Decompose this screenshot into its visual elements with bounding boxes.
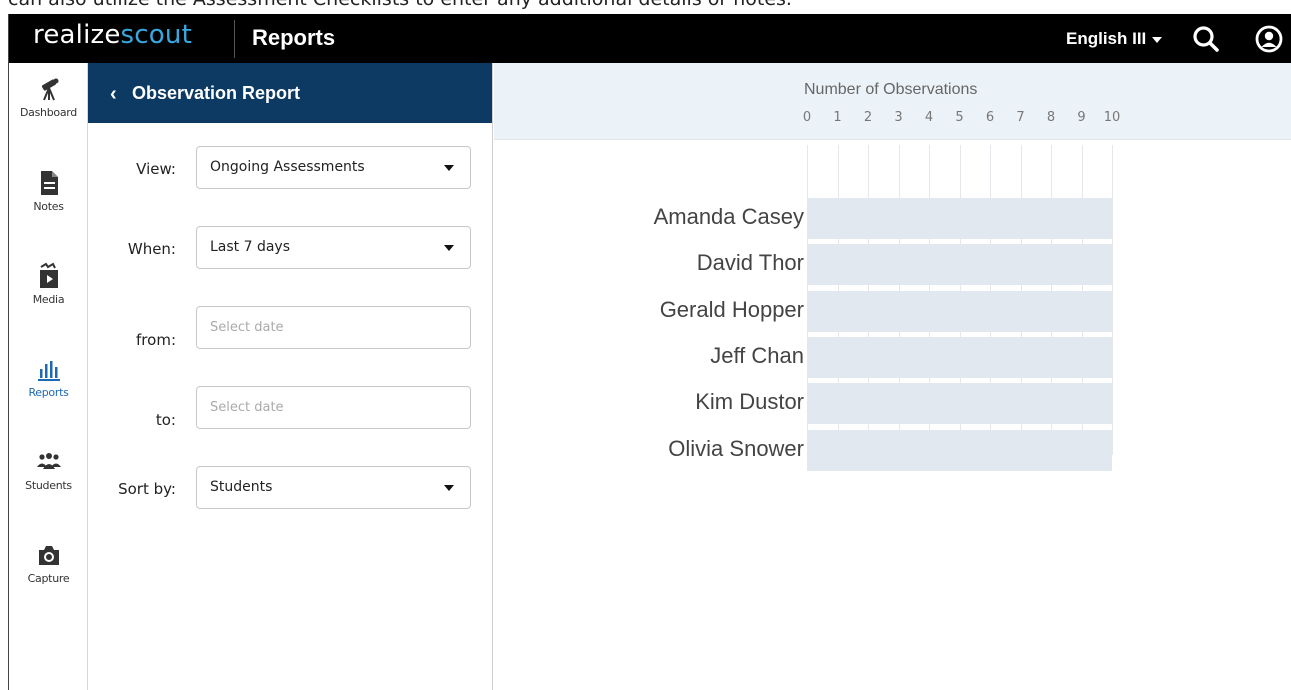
student-name-label[interactable]: David Thor <box>697 250 804 276</box>
x-tick-label: 10 <box>1103 110 1121 125</box>
student-name-label[interactable]: Kim Dustor <box>695 389 804 415</box>
nav-label-notes: Notes <box>33 200 64 213</box>
x-tick-label: 2 <box>863 110 873 125</box>
from-date-field[interactable]: Select date <box>196 306 471 349</box>
caret-down-icon <box>444 245 454 251</box>
x-tick-label: 7 <box>1016 110 1025 125</box>
realizescout-logo[interactable]: realizescout <box>33 20 192 50</box>
report-options-panel: ‹ Observation Report View: Ongoing Asses… <box>88 63 493 690</box>
student-row-bar[interactable] <box>807 429 1112 471</box>
student-name-label[interactable]: Olivia Snower <box>668 436 804 462</box>
class-selector-dropdown[interactable]: English III <box>1066 29 1163 49</box>
nav-item-dashboard[interactable]: Dashboard <box>9 75 88 145</box>
from-label: from: <box>136 331 176 349</box>
document-icon <box>35 169 63 197</box>
class-selector-label: English III <box>1066 29 1147 48</box>
to-date-field[interactable]: Select date <box>196 386 471 429</box>
x-tick-label: 3 <box>894 110 903 125</box>
left-navigation: Dashboard Notes Media Reports Students C… <box>9 63 88 690</box>
chart-axis-header: Number of Observations 0 1 2 3 4 5 6 7 8 9 10 <box>494 63 1291 140</box>
top-bar: realizescout Reports English III <box>9 14 1291 63</box>
user-account-icon[interactable] <box>1254 24 1284 54</box>
sort-by-dropdown-value: Students <box>210 479 273 495</box>
media-folder-icon <box>35 262 63 290</box>
student-name-label[interactable]: Amanda Casey <box>654 204 804 230</box>
nav-label-students: Students <box>25 479 72 492</box>
from-date-placeholder: Select date <box>210 320 284 335</box>
nav-item-capture[interactable]: Capture <box>9 541 88 611</box>
x-tick-label: 5 <box>955 110 964 125</box>
grid-line <box>1112 145 1113 455</box>
nav-item-media[interactable]: Media <box>9 262 88 332</box>
students-group-icon <box>35 448 63 476</box>
bar-chart-icon <box>35 355 63 383</box>
x-tick-label: 6 <box>985 110 995 125</box>
caret-down-icon <box>1152 36 1163 43</box>
student-row-bar[interactable] <box>807 244 1112 286</box>
caret-down-icon <box>444 485 454 491</box>
nav-label-media: Media <box>32 293 65 306</box>
x-tick-label: 8 <box>1046 110 1056 125</box>
page-caption: can also utilize the Assessment Checklis… <box>0 0 1291 14</box>
x-axis-title: Number of Observations <box>804 81 978 98</box>
x-tick-label: 0 <box>802 110 812 125</box>
to-date-placeholder: Select date <box>210 400 284 415</box>
x-tick-label: 1 <box>833 110 842 125</box>
view-dropdown[interactable]: Ongoing Assessments <box>196 146 471 189</box>
panel-header: ‹ Observation Report <box>88 63 492 123</box>
when-dropdown-value: Last 7 days <box>210 239 291 255</box>
app-window: realizescout Reports English III Dashboa… <box>8 14 1291 690</box>
x-tick-label: 4 <box>924 110 934 125</box>
student-row-bar[interactable] <box>807 290 1112 332</box>
nav-item-notes[interactable]: Notes <box>9 169 88 239</box>
nav-label-dashboard: Dashboard <box>20 106 77 119</box>
nav-label-reports: Reports <box>28 386 69 399</box>
app-title: Reports <box>252 25 336 50</box>
nav-item-reports[interactable]: Reports <box>9 355 88 425</box>
student-name-label[interactable]: Gerald Hopper <box>660 297 804 323</box>
student-row-bar[interactable] <box>807 336 1112 378</box>
x-tick-label: 9 <box>1077 110 1086 125</box>
to-label: to: <box>155 411 176 429</box>
student-row-bar[interactable] <box>807 198 1112 239</box>
logo-divider <box>234 20 235 58</box>
caret-down-icon <box>444 165 454 171</box>
sort-by-dropdown[interactable]: Students <box>196 466 471 509</box>
panel-title[interactable]: Observation Report <box>132 83 300 104</box>
sort-by-label: Sort by: <box>118 480 176 498</box>
telescope-icon <box>35 75 63 103</box>
view-label: View: <box>136 160 176 178</box>
search-icon[interactable] <box>1191 24 1221 54</box>
when-dropdown[interactable]: Last 7 days <box>196 226 471 269</box>
when-label: When: <box>127 240 176 258</box>
nav-label-capture: Capture <box>27 572 70 585</box>
view-dropdown-value: Ongoing Assessments <box>210 159 365 175</box>
chevron-left-icon[interactable]: ‹ <box>110 83 117 106</box>
nav-item-students[interactable]: Students <box>9 448 88 518</box>
student-name-label[interactable]: Jeff Chan <box>710 343 804 369</box>
student-row-bar[interactable] <box>807 383 1112 425</box>
report-chart-area: Number of Observations 0 1 2 3 4 5 6 7 8 9 10 Aman… <box>494 63 1291 690</box>
camera-icon <box>35 541 63 569</box>
